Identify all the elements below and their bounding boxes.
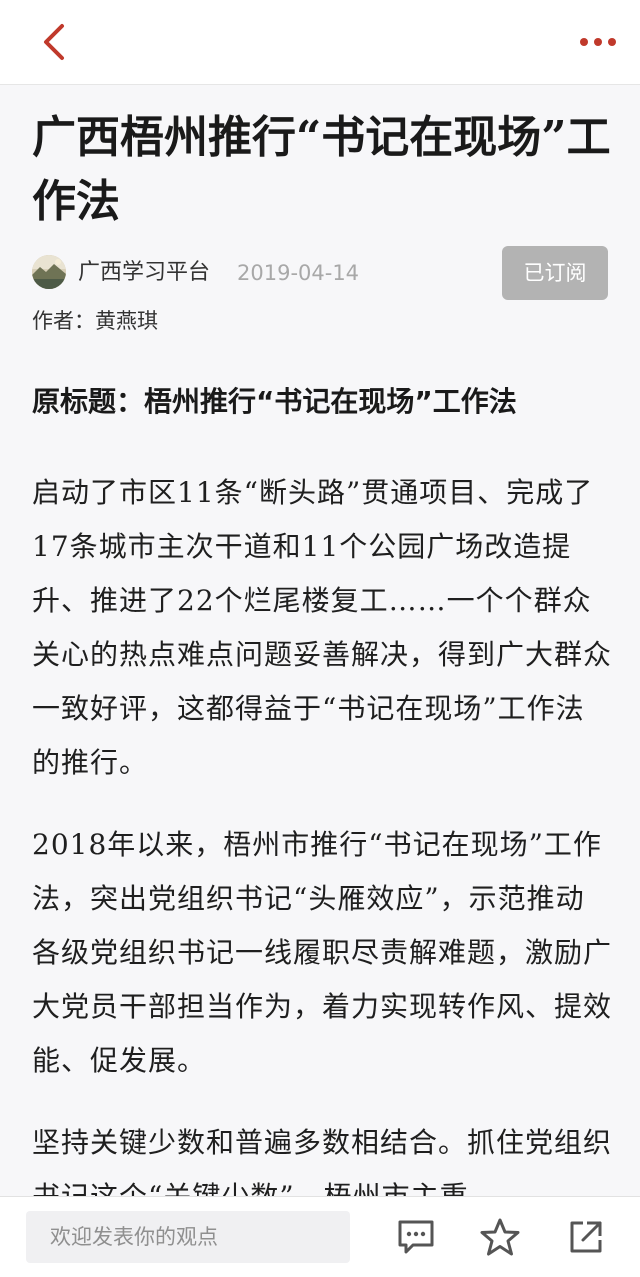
subscribe-button[interactable]: 已订阅 (502, 246, 608, 300)
comment-input[interactable] (26, 1211, 350, 1263)
share-button[interactable] (560, 1211, 612, 1263)
article-title: 广西梧州推行“书记在现场”工作法 (32, 112, 611, 227)
comment-icon (398, 1220, 434, 1254)
back-button[interactable] (26, 14, 82, 70)
bottom-action-bar (0, 1196, 640, 1277)
article-paragraph: 2018年以来，梧州市推行“书记在现场”工作法，突出党组织书记“头雁效应”，示范… (32, 828, 613, 1077)
original-title: 原标题：梧州推行“书记在现场”工作法 (32, 385, 517, 418)
publish-date: 2019-04-14 (237, 261, 360, 285)
source-name[interactable]: 广西学习平台 (78, 258, 210, 288)
star-icon (480, 1218, 520, 1256)
favorite-button[interactable] (474, 1211, 526, 1263)
article-meta: 广西学习平台 2019-04-14 已订阅 (32, 246, 608, 300)
more-dots-icon (580, 38, 616, 46)
comment-button[interactable] (390, 1211, 442, 1263)
author-line: 作者：黄燕琪 (32, 309, 158, 333)
article-body: 广西梧州推行“书记在现场”工作法 广西学习平台 2019-04-14 已订阅 作… (0, 84, 640, 1196)
top-bar (0, 0, 640, 85)
article-paragraph: 启动了市区11条“断头路”贯通项目、完成了17条城市主次干道和11个公园广场改造… (32, 476, 613, 779)
chevron-left-icon (44, 24, 64, 60)
article-paragraph: 坚持关键少数和普遍多数相结合。抓住党组织书记这个“关键少数”，梧州市主重 (32, 1126, 613, 1196)
more-button[interactable] (570, 14, 626, 70)
source-avatar[interactable] (32, 255, 66, 289)
share-icon (570, 1221, 602, 1253)
landscape-avatar-image (32, 255, 66, 289)
